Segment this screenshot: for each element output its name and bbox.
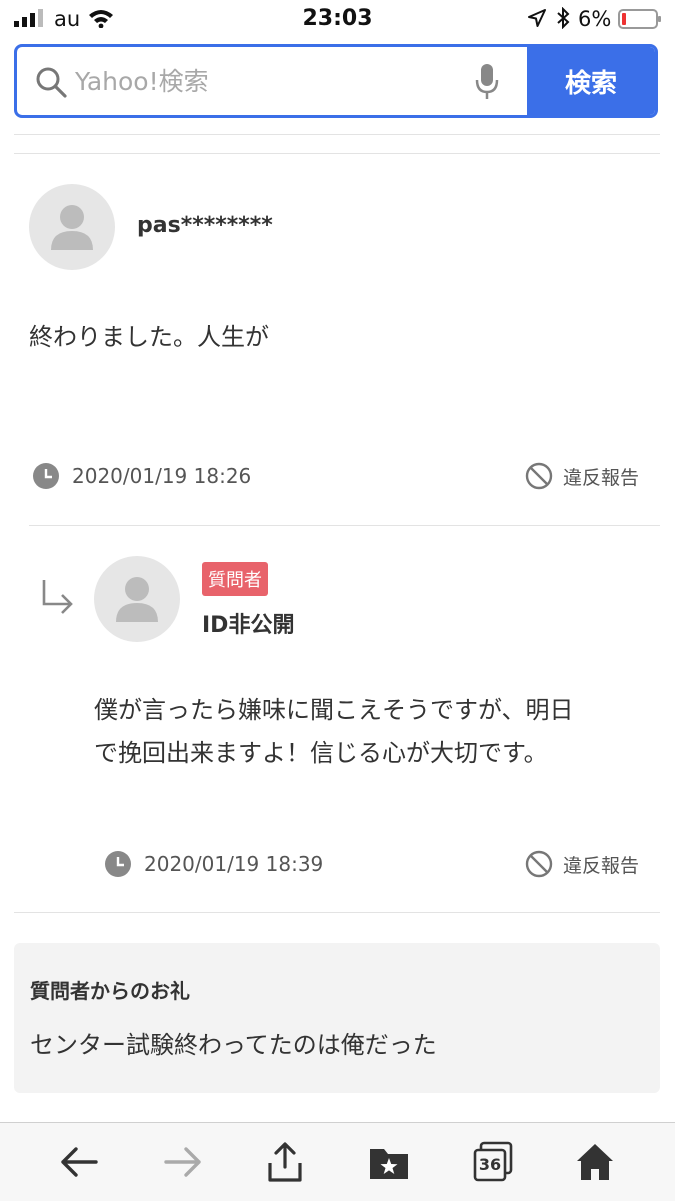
prohibited-icon (525, 850, 553, 878)
questioner-badge: 質問者 (202, 562, 268, 596)
header-divider (14, 134, 660, 135)
reply-timestamp: 2020/01/19 18:39 (144, 852, 324, 876)
thanks-box: 質問者からのお礼 センター試験終わってたのは俺だった (14, 943, 660, 1093)
status-time: 23:03 (302, 6, 373, 31)
tabs-count: 36 (478, 1155, 502, 1174)
bookmarks-icon[interactable] (368, 1141, 410, 1183)
reply-arrow-icon (42, 580, 73, 614)
reply-text-line1: 僕が言ったら嫌味に聞こえそうですが、明日 (94, 696, 574, 724)
browser-toolbar: 36 (0, 1122, 675, 1201)
status-bar: au 23:03 6% (0, 0, 675, 38)
share-icon[interactable] (264, 1141, 306, 1183)
reply-avatar (94, 556, 180, 642)
report-label: 違反報告 (563, 854, 640, 877)
home-icon[interactable] (574, 1141, 616, 1183)
report-button[interactable]: 違反報告 (525, 462, 639, 490)
search-bar: 検索 (14, 44, 658, 118)
section-divider (14, 153, 660, 154)
clock-icon (33, 463, 59, 489)
bluetooth-icon (557, 7, 570, 29)
answer-timestamp: 2020/01/19 18:26 (72, 464, 252, 488)
battery-icon (618, 9, 661, 29)
microphone-icon[interactable] (475, 63, 499, 101)
search-icon (36, 67, 67, 98)
section-divider (14, 912, 660, 913)
reply-text-line2: で挽回出来ますよ！信じる心が大切です。 (94, 739, 548, 767)
search-input[interactable] (75, 57, 455, 105)
back-arrow-icon[interactable] (58, 1141, 100, 1183)
report-button[interactable]: 違反報告 (525, 850, 639, 878)
thanks-title: 質問者からのお礼 (30, 979, 190, 1003)
report-label: 違反報告 (563, 466, 640, 489)
reply-username: ID非公開 (202, 613, 295, 638)
thanks-text: センター試験終わってたのは俺だった (30, 1031, 437, 1059)
answer-text: 終わりました。人生が (29, 323, 269, 351)
search-button[interactable]: 検索 (527, 47, 655, 115)
forward-arrow-icon[interactable] (162, 1141, 204, 1183)
avatar (29, 184, 115, 270)
battery-percent: 6% (578, 7, 612, 31)
location-icon (528, 9, 546, 27)
clock-icon (105, 851, 131, 877)
prohibited-icon (525, 462, 553, 490)
tabs-icon[interactable]: 36 (472, 1141, 514, 1183)
answer-username[interactable]: pas******** (137, 213, 273, 238)
comment-divider (29, 525, 660, 526)
